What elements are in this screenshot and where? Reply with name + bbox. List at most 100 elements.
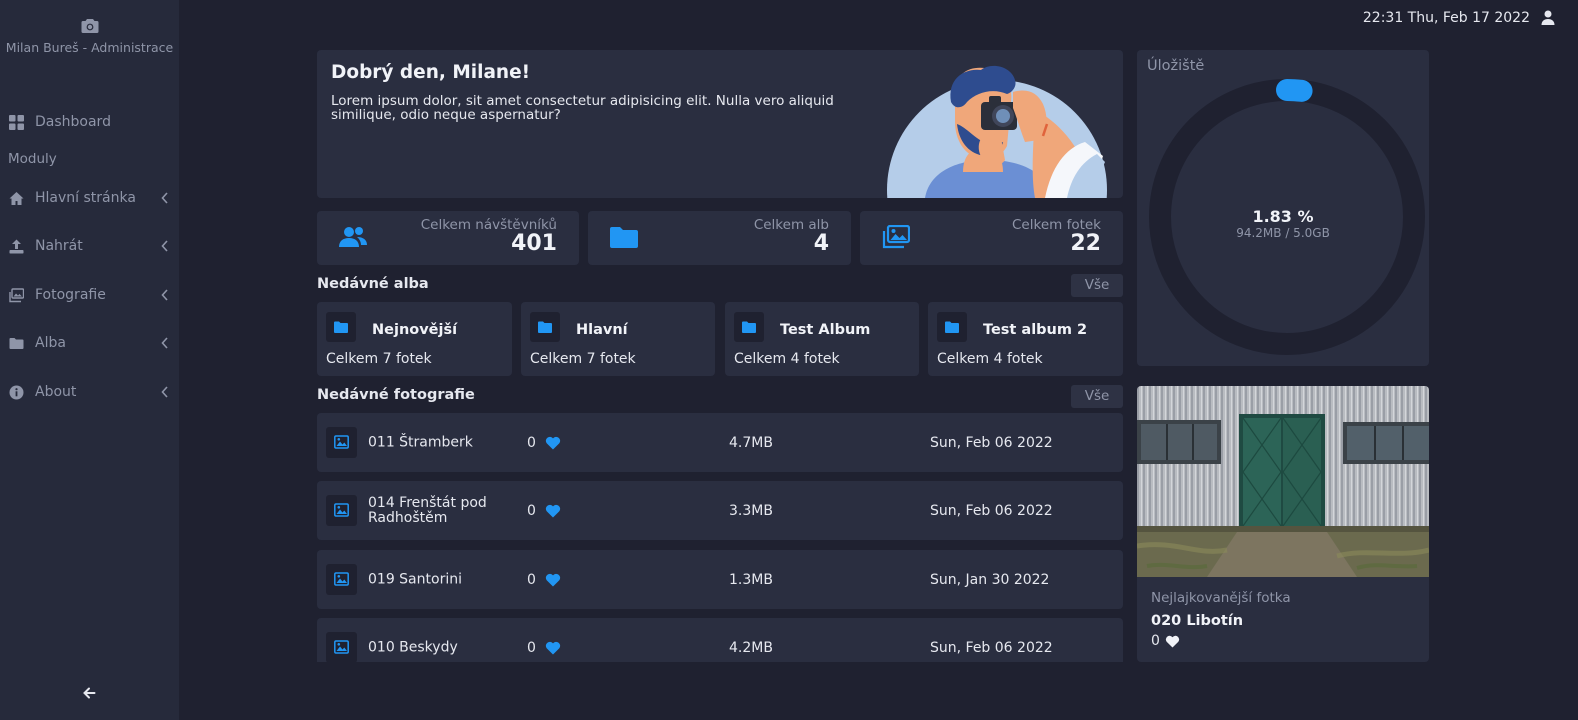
sidebar: Milan Bureš - Administrace Dashboard Mod… [0,0,179,720]
folder-icon [742,321,756,333]
sidebar-item-dashboard[interactable]: Dashboard [0,105,179,139]
photo-size: 4.7MB [729,434,773,451]
photo-row[interactable]: 011 Štramberk 0 4.7MB Sun, Feb 06 2022 [317,413,1123,472]
sidebar-item-about[interactable]: About [0,375,179,409]
album-title: Test Album [780,322,871,338]
stat-photos: Celkem fotek 22 [860,211,1123,265]
photo-name: 019 Santorini [368,571,462,587]
welcome-card: Dobrý den, Milane! Lorem ipsum dolor, si… [317,50,1123,198]
sidebar-item-fotografie[interactable]: Fotografie [0,278,179,312]
sidebar-item-nahrat[interactable]: Nahrát [0,229,179,263]
folder-icon [610,227,638,248]
album-card[interactable]: Test album 2 Celkem 4 fotek [928,302,1123,376]
warehouse-photo [1137,386,1429,577]
photo-likes: 0 [527,503,561,519]
camera-icon [81,19,98,33]
recent-photos-title: Nedávné fotografie [317,387,475,403]
most-liked-likes: 0 [1151,633,1180,649]
photo-name: 014 Frenštát pod Radhoštěm [368,494,487,526]
photo-likes: 0 [527,435,561,451]
photo-date: Sun, Feb 06 2022 [930,434,1053,451]
likes-count: 0 [527,571,536,588]
album-badge [937,312,967,342]
datetime: 22:31 Thu, Feb 17 2022 [1362,10,1530,26]
info-icon [9,385,24,399]
images-icon [882,225,910,249]
image-icon [334,435,349,449]
storage-used: 94.2MB / 5.0GB [1236,226,1330,240]
welcome-title: Dobrý den, Milane! [331,62,531,83]
folder-icon [945,321,959,333]
heart-icon[interactable] [545,641,561,655]
photo-name: 010 Beskydy [368,639,458,655]
photo-row[interactable]: 014 Frenštát pod Radhoštěm 0 3.3MB Sun, … [317,481,1123,540]
photo-size: 3.3MB [729,502,773,519]
users-icon [339,227,367,247]
sidebar-section-label: Moduly [8,151,57,167]
photo-badge [326,495,357,526]
arrow-left-icon[interactable] [82,686,96,700]
welcome-text: Lorem ipsum dolor, sit amet consectetur … [331,93,834,123]
image-icon [334,572,349,586]
albums-all-button[interactable]: Vše [1071,274,1123,297]
photo-date: Sun, Feb 06 2022 [930,639,1053,656]
album-badge [326,312,356,342]
user-icon[interactable] [1541,10,1555,25]
photo-row[interactable]: 019 Santorini 0 1.3MB Sun, Jan 30 2022 [317,550,1123,609]
heart-icon[interactable] [1165,635,1180,648]
album-count: Celkem 7 fotek [326,351,432,367]
heart-icon[interactable] [545,573,561,587]
album-card[interactable]: Test Album Celkem 4 fotek [725,302,919,376]
storage-card: Úložiště 1.83 % 94.2MB / 5.0GB [1137,50,1429,366]
most-liked-card[interactable]: Nejlajkovanější fotka 020 Libotín 0 [1137,386,1429,662]
recent-photos-list[interactable]: 011 Štramberk 0 4.7MB Sun, Feb 06 2022 0… [317,413,1123,662]
sidebar-item-hlavni-stranka[interactable]: Hlavní stránka [0,181,179,215]
stat-value: 22 [1070,231,1101,256]
most-liked-caption: Nejlajkovanější fotka [1151,590,1291,606]
album-count: Celkem 4 fotek [937,351,1043,367]
album-count: Celkem 7 fotek [530,351,636,367]
brand-name: Milan Bureš - Administrace [5,40,174,55]
sidebar-item-label: Hlavní stránka [35,190,136,206]
album-title: Nejnovější [372,322,458,338]
sidebar-item-label: Dashboard [35,114,111,130]
chevron-left-icon [161,192,168,204]
image-icon [334,503,349,517]
stat-albums: Celkem alb 4 [588,211,851,265]
most-liked-photo[interactable] [1137,386,1429,577]
sidebar-item-label: About [35,384,77,400]
stat-value: 4 [813,231,829,256]
album-card[interactable]: Hlavní Celkem 7 fotek [521,302,715,376]
sidebar-item-alba[interactable]: Alba [0,326,179,360]
sidebar-item-label: Nahrát [35,238,83,254]
photo-badge [326,427,357,458]
home-icon [9,191,24,205]
sidebar-item-label: Alba [35,335,66,351]
brand: Milan Bureš - Administrace [0,18,179,55]
storage-percent: 1.83 % [1252,207,1314,226]
folder-icon [538,321,552,333]
heart-icon[interactable] [545,436,561,450]
photo-name: 011 Štramberk [368,434,473,450]
photo-badge [326,564,357,595]
chevron-left-icon [161,289,168,301]
photo-size: 1.3MB [729,571,773,588]
dashboard-icon [9,114,24,130]
album-badge [734,312,764,342]
likes-count: 0 [1151,633,1160,649]
folder-icon [9,337,24,349]
folder-icon [334,321,348,333]
images-icon [9,287,24,302]
album-card[interactable]: Nejnovější Celkem 7 fotek [317,302,512,376]
likes-count: 0 [527,639,536,656]
heart-icon[interactable] [545,504,561,518]
album-count: Celkem 4 fotek [734,351,840,367]
chevron-left-icon [161,240,168,252]
photo-date: Sun, Feb 06 2022 [930,502,1053,519]
image-icon [334,640,349,654]
chevron-left-icon [161,337,168,349]
photo-row[interactable]: 010 Beskydy 0 4.2MB Sun, Feb 06 2022 [317,618,1123,662]
album-title: Hlavní [576,322,628,338]
photos-all-button[interactable]: Vše [1071,385,1123,408]
topbar: 22:31 Thu, Feb 17 2022 [179,0,1578,36]
